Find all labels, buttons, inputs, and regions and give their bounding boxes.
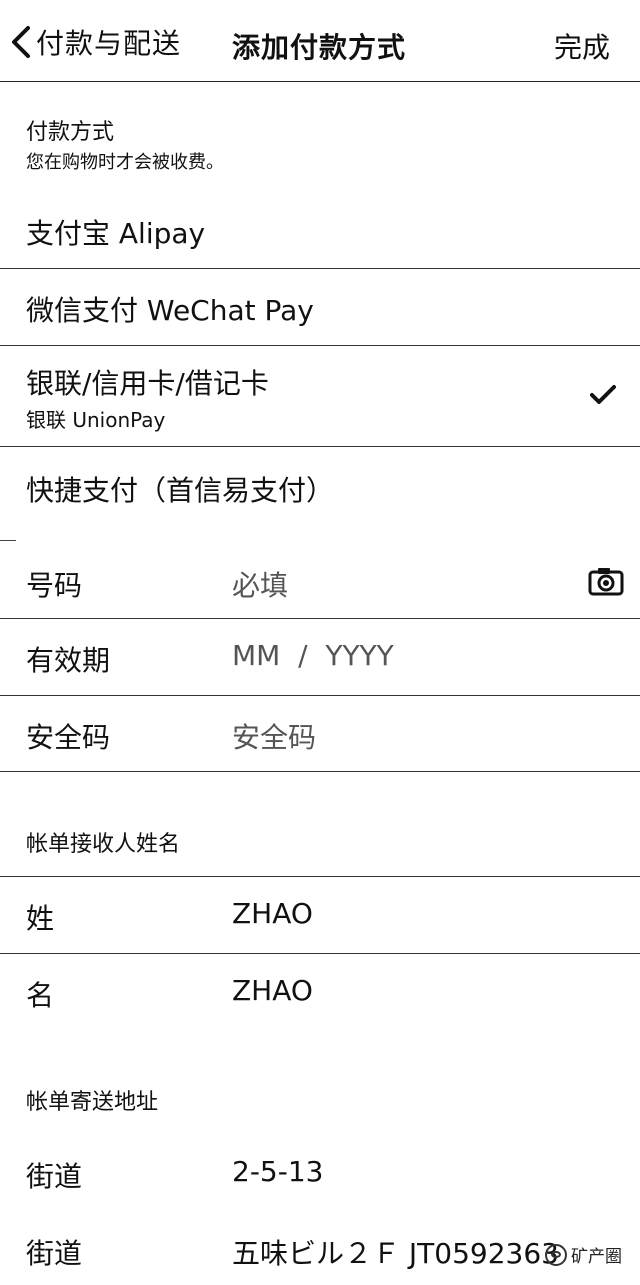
cvv-row[interactable]: 安全码 安全码	[0, 696, 640, 771]
payment-option-label: 支付宝 Alipay	[26, 217, 206, 250]
payment-section-title: 付款方式	[26, 120, 115, 145]
payment-option-sublabel: 银联 UnionPay	[26, 408, 166, 432]
card-number-input[interactable]: 必填	[232, 564, 288, 604]
watermark: 矿产圈	[545, 1242, 622, 1267]
payment-option-label: 银联/信用卡/借记卡	[26, 367, 269, 400]
payment-option-quickpay[interactable]: 快捷支付（首信易支付）	[0, 447, 640, 527]
cvv-label: 安全码	[26, 721, 111, 754]
back-button[interactable]: 付款与配送	[10, 18, 181, 66]
expiry-row[interactable]: 有效期 MM / YYYY	[0, 619, 640, 695]
street1-label: 街道	[26, 1160, 83, 1193]
billing-address-title: 帐单寄送地址	[26, 1090, 159, 1115]
last-name-input[interactable]: ZHAO	[232, 897, 313, 930]
navigation-bar: 付款与配送 添加付款方式 完成	[0, 0, 640, 82]
card-number-row[interactable]: 号码 必填	[0, 542, 640, 618]
first-name-row[interactable]: 名 ZHAO	[0, 954, 640, 1030]
last-name-row[interactable]: 姓 ZHAO	[0, 877, 640, 953]
street2-input[interactable]: 五味ビル２Ｆ JT0592363	[232, 1232, 559, 1272]
street2-label: 街道	[26, 1237, 83, 1270]
payment-option-label: 微信支付 WeChat Pay	[26, 294, 314, 327]
expiry-label: 有效期	[26, 644, 111, 677]
payment-option-unionpay[interactable]: 银联/信用卡/借记卡 银联 UnionPay	[0, 346, 640, 446]
payment-section-subtitle: 您在购物时才会被收费。	[26, 152, 224, 173]
divider	[0, 771, 640, 772]
last-name-label: 姓	[26, 902, 55, 935]
street1-input[interactable]: 2-5-13	[232, 1155, 323, 1188]
billing-name-title: 帐单接收人姓名	[26, 832, 181, 857]
expiry-input[interactable]: MM / YYYY	[232, 639, 394, 672]
divider-fragment	[0, 540, 16, 541]
checkmark-icon	[590, 385, 616, 404]
page-title: 添加付款方式	[232, 31, 407, 64]
watermark-text: 矿产圈	[571, 1247, 622, 1267]
payment-option-wechat[interactable]: 微信支付 WeChat Pay	[0, 269, 640, 345]
payment-option-alipay[interactable]: 支付宝 Alipay	[0, 192, 640, 268]
camera-icon[interactable]	[588, 566, 624, 596]
first-name-label: 名	[26, 979, 55, 1012]
cvv-input[interactable]: 安全码	[232, 716, 316, 756]
payment-option-label: 快捷支付（首信易支付）	[26, 474, 335, 507]
street1-row[interactable]: 街道 2-5-13	[0, 1135, 640, 1211]
wechat-logo-icon	[545, 1243, 567, 1266]
done-button[interactable]: 完成	[554, 26, 610, 66]
card-number-label: 号码	[26, 569, 83, 602]
chevron-left-icon	[12, 26, 30, 58]
street2-row[interactable]: 街道 五味ビル２Ｆ JT0592363	[0, 1212, 640, 1285]
first-name-input[interactable]: ZHAO	[232, 974, 313, 1007]
back-button-label: 付款与配送	[36, 27, 182, 60]
